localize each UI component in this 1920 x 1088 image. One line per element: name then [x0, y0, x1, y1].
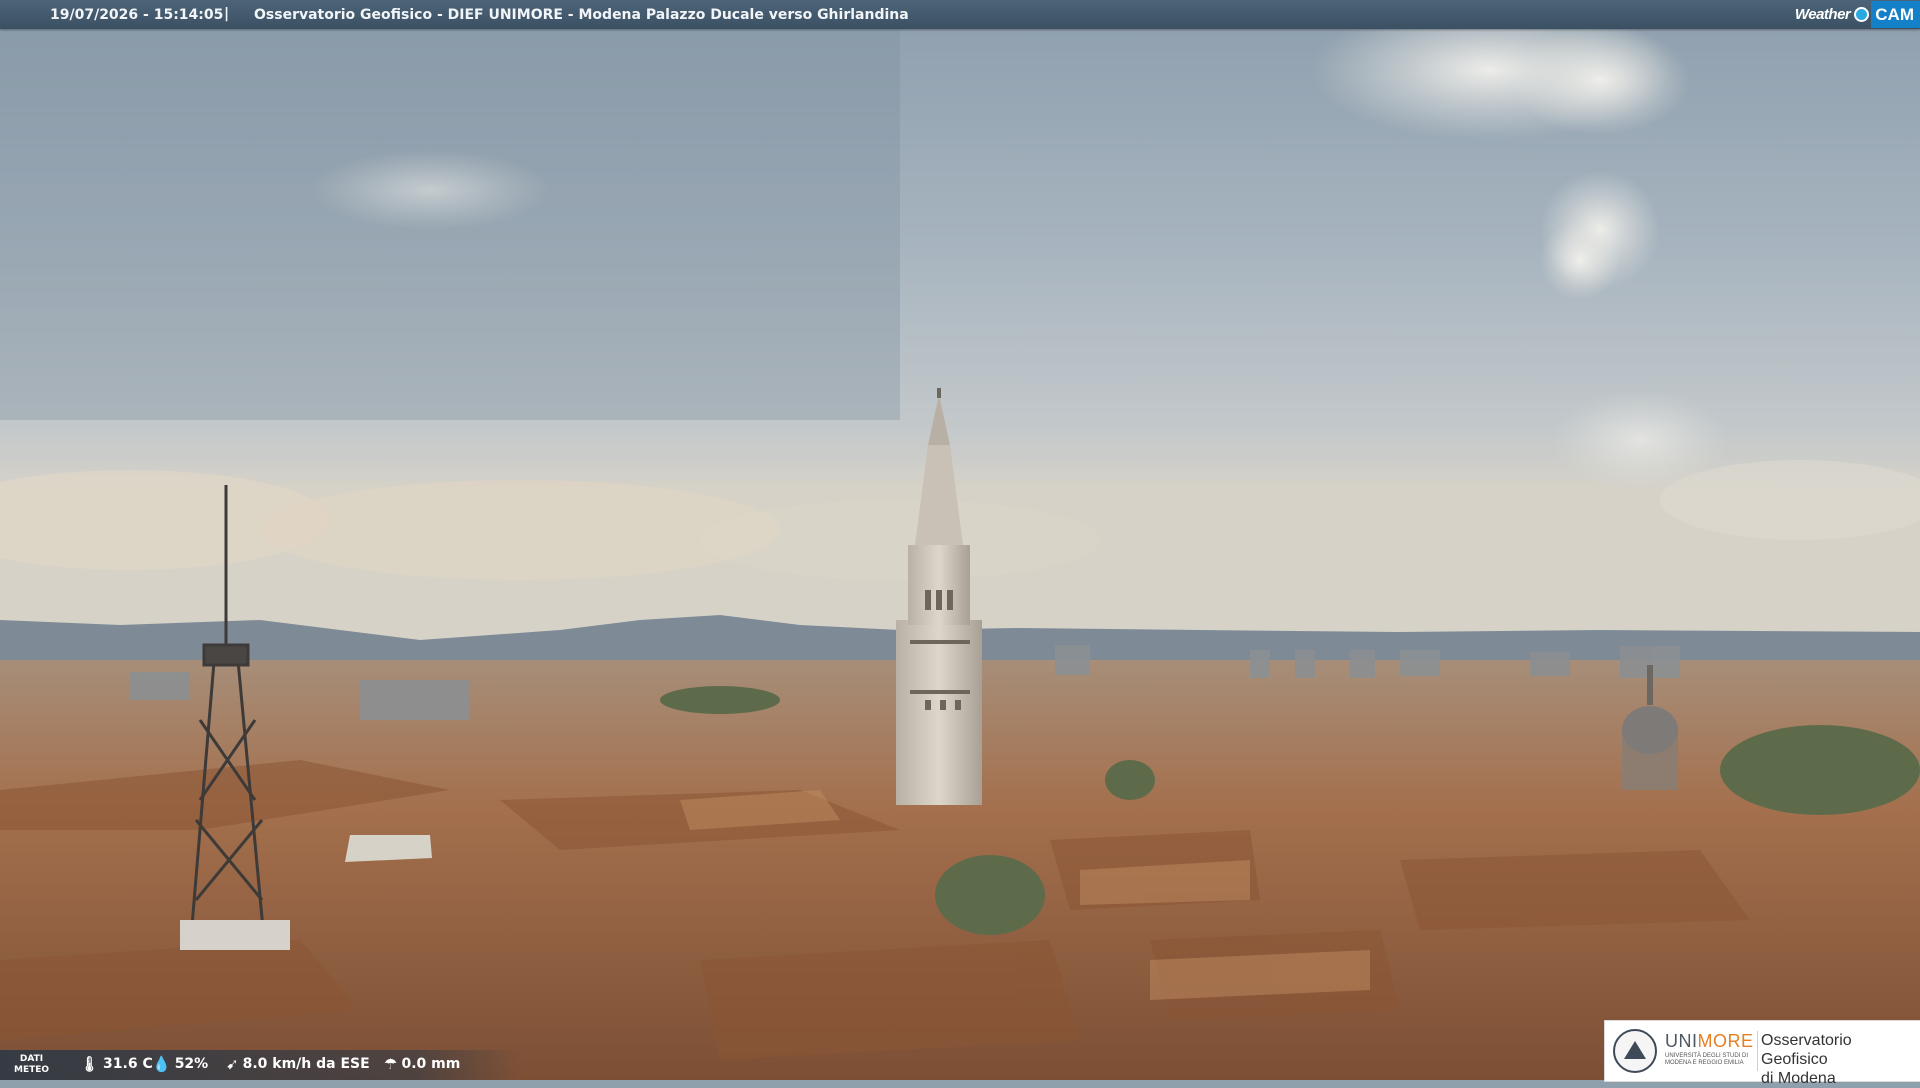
observatory-name: Osservatorio Geofisico di Modena — [1761, 1032, 1852, 1087]
timestamp: 19/07/2026 - 15:14:05 — [50, 7, 224, 23]
humidity-drop-icon: 💧 — [152, 1054, 171, 1073]
unimore-subtitle: UNIVERSITÀ DEGLI STUDI DI MODENA E REGGI… — [1665, 1053, 1749, 1066]
weathercam-logo-weather: Weather — [1794, 6, 1851, 23]
weather-data-label: DATI METEO — [14, 1054, 50, 1075]
temperature-readout: 🌡 31.6 C — [80, 1056, 153, 1072]
wind-arrow-icon: ➹ — [226, 1054, 239, 1073]
temperature-value: 31.6 C — [103, 1056, 153, 1072]
caption-separator: | — [224, 6, 230, 22]
rain-icon: ☂ — [384, 1054, 398, 1073]
rain-readout: ☂ 0.0 mm — [384, 1056, 460, 1072]
humidity-value: 52% — [174, 1056, 209, 1072]
university-seal-icon — [1613, 1029, 1657, 1073]
weather-data-strip: DATI METEO 🌡 31.6 C 💧 52% ➹ 8.0 km/h da … — [0, 1050, 520, 1080]
weathercam-logo-cam: CAM — [1871, 1, 1920, 28]
wind-readout: ➹ 8.0 km/h da ESE — [226, 1056, 370, 1072]
weathercam-logo: Weather CAM — [1795, 0, 1920, 29]
webcam-image — [0, 0, 1920, 1080]
camera-title: Osservatorio Geofisico - DIEF UNIMORE - … — [254, 7, 909, 23]
logo-divider — [1757, 1031, 1758, 1071]
caption-bar: 19/07/2026 - 15:14:05 | Osservatorio Geo… — [0, 0, 1920, 29]
thermometer-icon: 🌡 — [80, 1054, 100, 1073]
rain-value: 0.0 mm — [401, 1056, 461, 1072]
unimore-logo-box: UNIMORE UNIVERSITÀ DEGLI STUDI DI MODENA… — [1604, 1020, 1920, 1087]
unimore-wordmark: UNIMORE — [1665, 1031, 1754, 1051]
humidity-readout: 💧 52% — [152, 1056, 208, 1072]
wind-value: 8.0 km/h da ESE — [242, 1056, 370, 1072]
weathercam-dot-icon — [1854, 7, 1870, 22]
